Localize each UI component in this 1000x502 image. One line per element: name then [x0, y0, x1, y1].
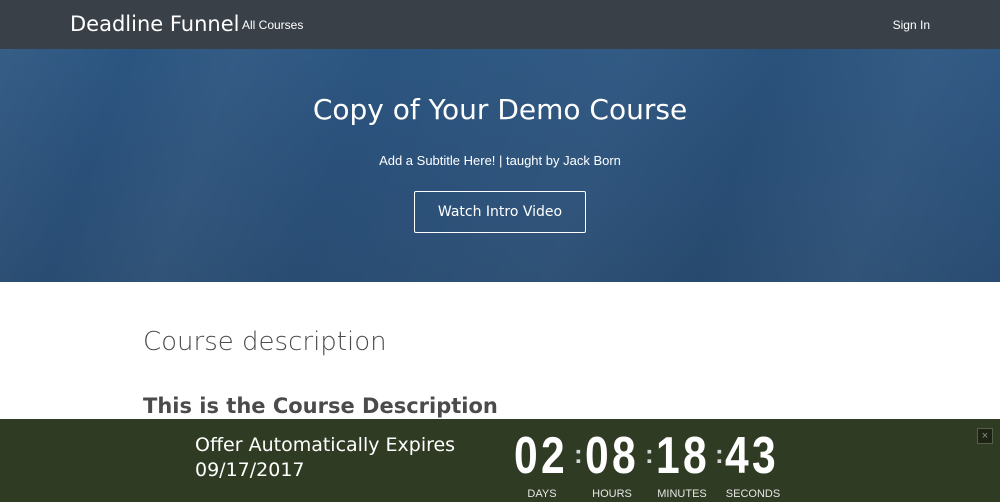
top-navbar: Deadline Funnel All Courses Sign In	[0, 0, 1000, 49]
days-label: DAYS	[527, 488, 557, 500]
section-heading-course-description: Course description	[143, 327, 387, 357]
hours-value: 08	[585, 427, 639, 485]
close-icon[interactable]: ×	[977, 428, 993, 444]
seconds-value: 43	[725, 427, 779, 485]
days-value: 02	[514, 427, 568, 485]
countdown-timer: 02 : 08 : 18 : 43 DAYS HOURS MINUTES SEC…	[0, 427, 1000, 502]
seconds-label: SECONDS	[725, 488, 781, 500]
watch-intro-video-button[interactable]: Watch Intro Video	[414, 191, 586, 233]
hours-label: HOURS	[592, 488, 632, 500]
course-subtitle: Add a Subtitle Here! | taught by Jack Bo…	[379, 153, 621, 168]
all-courses-link[interactable]: All Courses	[242, 18, 303, 32]
timer-separator: :	[574, 439, 583, 469]
timer-separator: :	[645, 439, 654, 469]
brand-logo-link[interactable]: Deadline Funnel	[70, 10, 239, 38]
timer-separator: :	[715, 439, 724, 469]
sign-in-link[interactable]: Sign In	[893, 18, 930, 32]
minutes-value: 18	[656, 427, 710, 485]
course-description-text: This is the Course Description	[143, 394, 498, 418]
course-title: Copy of Your Demo Course	[312, 93, 688, 126]
countdown-bar: Offer Automatically Expires 09/17/2017 0…	[0, 419, 1000, 502]
course-hero: Copy of Your Demo Course Add a Subtitle …	[0, 49, 1000, 282]
minutes-label: MINUTES	[657, 488, 707, 500]
